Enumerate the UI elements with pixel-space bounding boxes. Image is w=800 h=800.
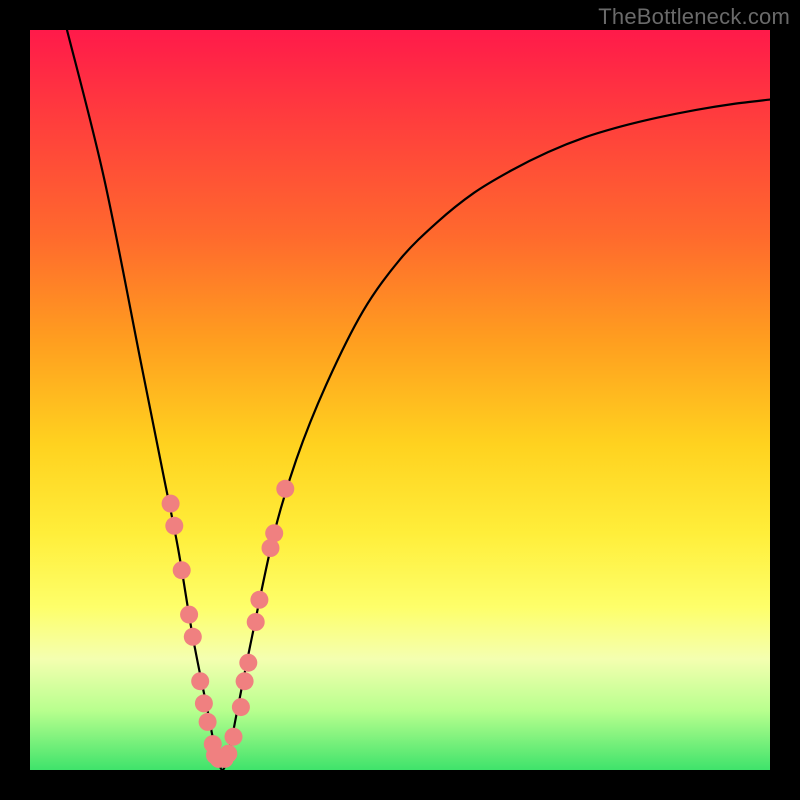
scatter-dot (191, 672, 209, 690)
plot-area (30, 30, 770, 770)
bottleneck-curve (67, 30, 770, 770)
scatter-dot (250, 591, 268, 609)
scatter-dot (184, 628, 202, 646)
scatter-dot (195, 694, 213, 712)
scatter-dot (173, 561, 191, 579)
scatter-dot (236, 672, 254, 690)
scatter-dot (165, 517, 183, 535)
scatter-dot (239, 654, 257, 672)
watermark-text: TheBottleneck.com (598, 4, 790, 30)
scatter-dot (162, 495, 180, 513)
scatter-dot (247, 613, 265, 631)
curve-svg (30, 30, 770, 770)
scatter-dot (199, 713, 217, 731)
scatter-dot (276, 480, 294, 498)
chart-frame: TheBottleneck.com (0, 0, 800, 800)
scatter-dot (219, 745, 237, 763)
scatter-dot (232, 698, 250, 716)
scatter-dot (225, 728, 243, 746)
scatter-dots (162, 480, 295, 768)
scatter-dot (180, 606, 198, 624)
scatter-dot (265, 524, 283, 542)
